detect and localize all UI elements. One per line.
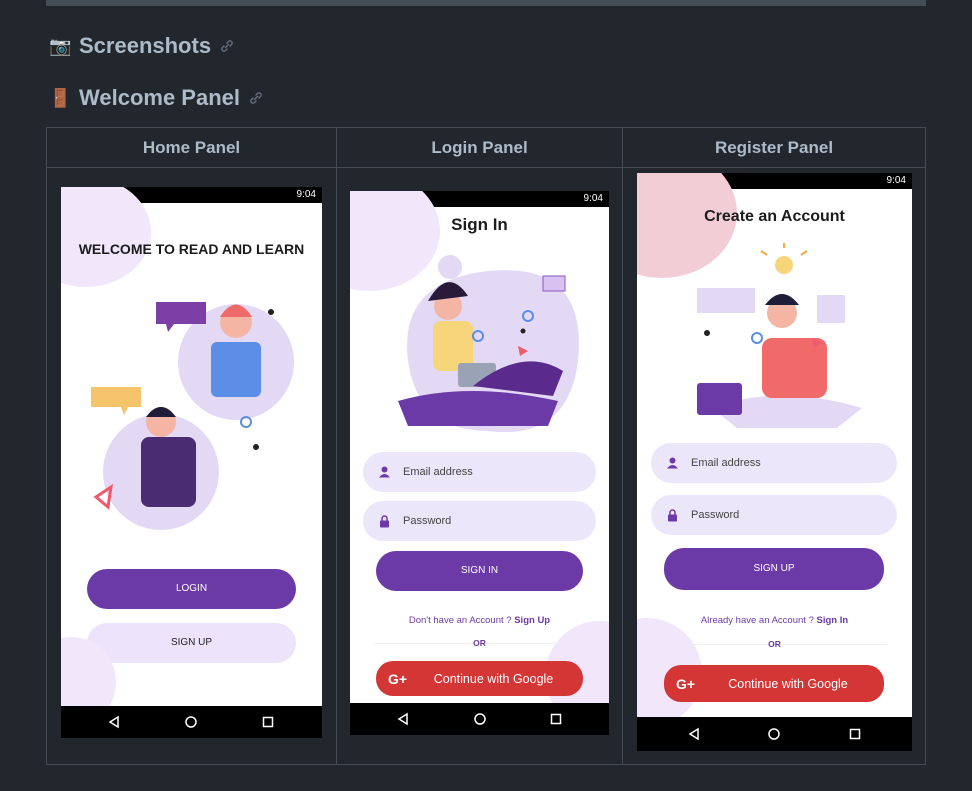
column-divider [336, 128, 337, 764]
anchor-link-icon[interactable] [219, 38, 235, 54]
home-icon[interactable] [184, 715, 198, 729]
google-button-label: Continue with Google [433, 671, 554, 686]
home-icon[interactable] [767, 727, 781, 741]
back-icon[interactable] [687, 727, 701, 741]
register-phone-screenshot: ▣▮◉ 9:04 Create an Account Email address [637, 173, 912, 751]
welcome-panel-title: Welcome Panel [79, 85, 240, 110]
navigation-bar [350, 703, 609, 735]
email-field[interactable]: Email address [651, 443, 897, 483]
google-signin-button[interactable]: G+ Continue with Google [376, 661, 583, 696]
welcome-panel-heading: 🚪 Welcome Panel [49, 83, 264, 113]
user-icon [667, 457, 678, 469]
screenshots-table: Home Panel Login Panel Register Panel ▣▮… [46, 127, 926, 765]
header-divider [47, 167, 925, 168]
home-title: WELCOME TO READ AND LEARN [78, 241, 305, 257]
column-divider [622, 128, 623, 764]
header-register-panel: Register Panel [714, 138, 834, 157]
password-placeholder: Password [403, 515, 452, 527]
login-button[interactable]: LOGIN [87, 569, 296, 609]
decorative-blob [61, 187, 151, 287]
signup-link[interactable]: Sign Up [514, 615, 550, 626]
user-icon [379, 466, 390, 478]
google-signin-button[interactable]: G+ Continue with Google [664, 665, 884, 702]
password-placeholder: Password [691, 509, 740, 521]
register-title: Create an Account [704, 208, 845, 225]
back-icon[interactable] [107, 715, 121, 729]
header-login-panel: Login Panel [431, 138, 528, 157]
anchor-link-icon[interactable] [248, 90, 264, 106]
home-icon[interactable] [473, 712, 487, 726]
status-time: 9:04 [583, 193, 603, 204]
recents-icon[interactable] [848, 727, 862, 741]
back-icon[interactable] [396, 712, 410, 726]
password-field[interactable]: Password [363, 501, 596, 541]
signin-title: Sign In [451, 215, 508, 234]
recents-icon[interactable] [549, 712, 563, 726]
email-placeholder: Email address [691, 457, 761, 469]
signup-prompt-text: Don't have an Account ? [408, 615, 515, 626]
camera-icon: 📷 [49, 35, 72, 56]
screenshots-title: Screenshots [79, 33, 212, 58]
signup-prompt: Don't have an Account ? Sign Up [350, 615, 609, 626]
top-divider [46, 0, 926, 6]
status-time: 9:04 [886, 175, 906, 186]
screenshots-heading: 📷 Screenshots [49, 31, 235, 61]
laptop-boy-illustration [697, 243, 862, 428]
recents-icon[interactable] [261, 715, 275, 729]
laptop-girl-illustration [398, 255, 579, 433]
signin-link[interactable]: Sign In [817, 615, 849, 626]
google-button-label: Continue with Google [728, 676, 848, 691]
email-placeholder: Email address [403, 466, 473, 478]
password-field[interactable]: Password [651, 495, 897, 535]
signin-button[interactable]: SIGN IN [376, 551, 583, 591]
door-icon: 🚪 [49, 87, 72, 108]
login-phone-screenshot: ▣▮◉ 9:04 Sign In Email address Passwor [350, 191, 609, 735]
home-phone-screenshot: ▣▮◉ 9:04 WELCOME TO READ AND LEARN LOGIN… [61, 187, 322, 738]
navigation-bar [61, 706, 322, 738]
signin-prompt: Already have an Account ? Sign In [637, 615, 912, 626]
lock-icon [668, 509, 677, 522]
header-home-panel: Home Panel [142, 138, 241, 157]
status-time: 9:04 [296, 189, 316, 200]
navigation-bar [637, 717, 912, 751]
signup-button[interactable]: SIGN UP [87, 623, 296, 663]
email-field[interactable]: Email address [363, 452, 596, 492]
signup-button[interactable]: SIGN UP [664, 548, 884, 590]
signin-prompt-text: Already have an Account ? [700, 615, 817, 626]
lock-icon [380, 515, 389, 528]
reading-people-illustration [91, 302, 294, 530]
